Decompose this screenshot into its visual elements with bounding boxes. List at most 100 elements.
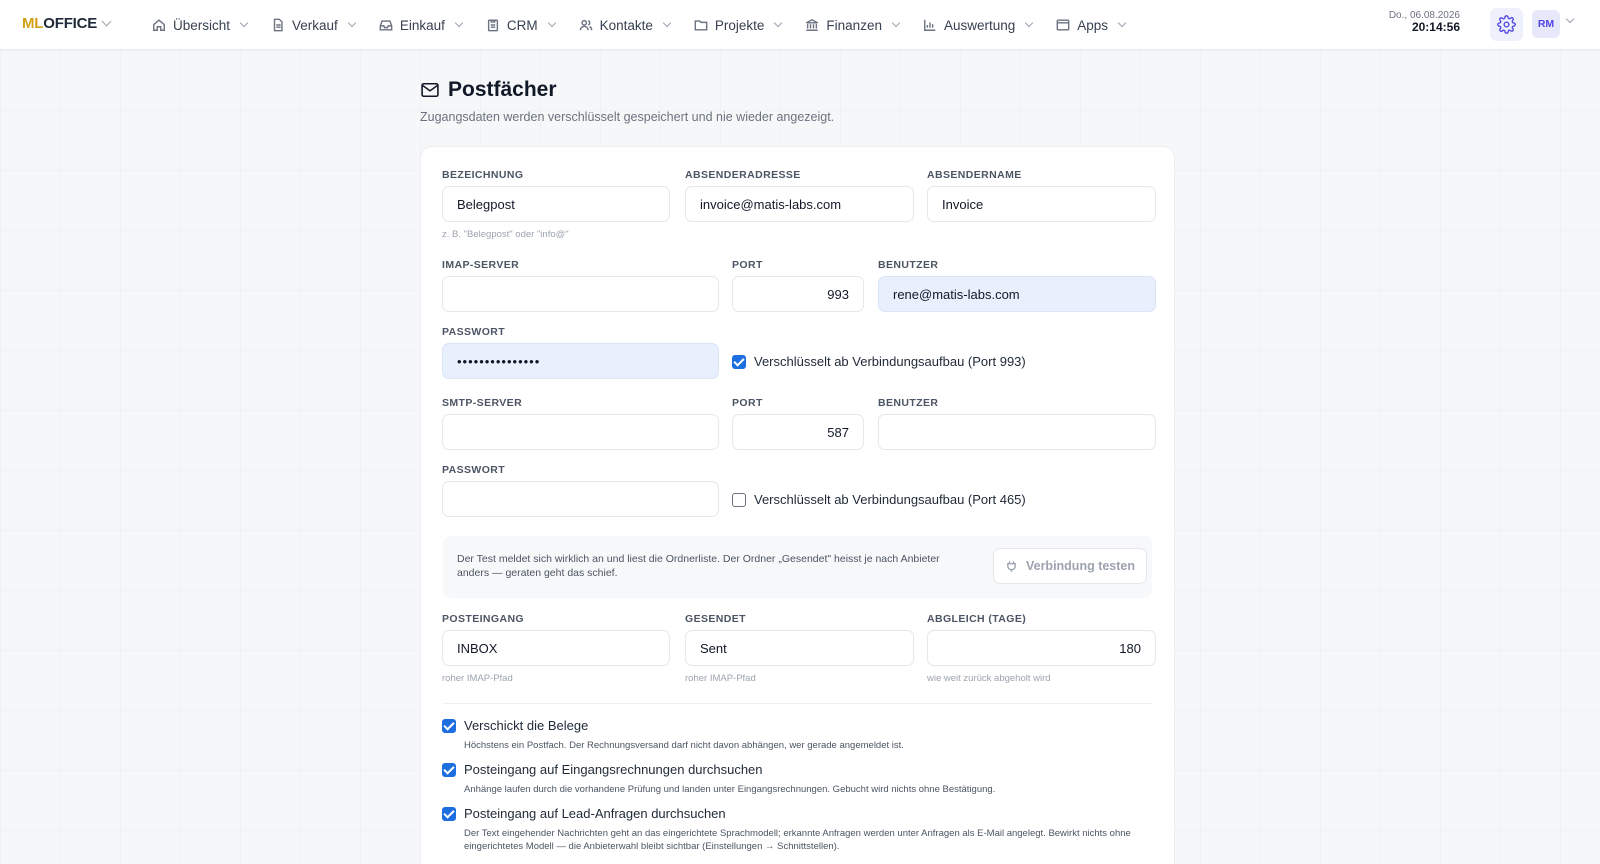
window-icon [1056,19,1070,31]
app-logo-menu[interactable]: MLOFFICE [22,15,112,32]
nav-item-label: Apps [1077,17,1109,33]
connection-test-note: Der Test meldet sich wirklich an und lie… [457,553,940,579]
nav-item-label: Kontakte [599,17,653,33]
chevron-down-icon [1117,18,1127,28]
bezeichnung-input[interactable]: Belegpost [442,186,670,222]
absenderadresse-input[interactable]: invoice@matis-labs.com [685,186,914,222]
page-subtitle: Zugangsdaten werden verschlüsselt gespei… [420,110,835,124]
chevron-down-icon [454,18,464,28]
nav-item-kontakte[interactable]: Kontakte [567,0,682,50]
chevron-down-icon[interactable] [1565,14,1575,24]
imap-ssl-label[interactable]: Verschlüsselt ab Verbindungsaufbau (Port… [754,354,1026,369]
bezeichnung-label: BEZEICHNUNG [442,169,524,181]
logo-ml: ML [22,15,44,32]
option-desc-versand: Höchstens ein Postfach. Der Rechnungsver… [464,740,904,751]
nav-item-label: Verkauf [292,17,338,33]
bar-chart-icon [924,19,936,31]
option-label-versand[interactable]: Verschickt die Belege [464,718,588,733]
imap-ssl-checkbox[interactable] [732,355,746,369]
nav-item-label: Auswertung [943,17,1016,33]
smtp-user-input[interactable] [878,414,1156,450]
connection-test-panel: Der Test meldet sich wirklich an und lie… [443,536,1152,598]
nav-item-apps[interactable]: Apps [1044,0,1137,50]
nav-item-crm[interactable]: CRM [474,0,567,50]
page-title-text: Postfächer [448,78,557,101]
imap-user-input[interactable]: rene@matis-labs.com [878,276,1156,312]
home-icon [153,19,165,31]
chevron-down-icon [547,18,556,28]
abgleich-hint: wie weit zurück abgeholt wird [927,673,1051,684]
chevron-down-icon [1025,18,1034,28]
imap-server-input[interactable] [442,276,719,312]
nav-item-label: Einkauf [399,17,445,33]
posteingang-input[interactable]: INBOX [442,630,670,666]
smtp-password-input[interactable] [442,481,719,517]
posteingang-hint: roher IMAP-Pfad [442,673,513,684]
page-title: Postfächer [420,78,834,102]
section-divider [443,703,1152,704]
option-checkbox-eingangsrechnungen[interactable] [442,763,456,777]
settings-button[interactable] [1490,8,1523,41]
folder-icon [694,20,708,31]
mailbox-form-card: BEZEICHNUNG Belegpost z. B. "Belegpost" … [420,146,1175,864]
abgleich-label: ABGLEICH (TAGE) [927,613,1027,625]
bank-icon [806,18,819,31]
abgleich-input[interactable]: 180 [927,630,1156,666]
nav-item-label: Projekte [714,17,765,33]
nav-item-label: Finanzen [826,17,882,33]
option-desc-lead-anfragen: Der Text eingehender Nachrichten geht an… [464,828,1131,853]
option-label-lead-anfragen[interactable]: Posteingang auf Lead-Anfragen durchsuche… [464,806,726,821]
users-icon [579,19,592,31]
absenderadresse-label: ABSENDERADRESSE [685,169,801,181]
nav-item-uebersicht[interactable]: Übersicht [140,0,259,50]
top-navigation-bar: MLOFFICE Übersicht Verkauf Einkauf CRM K… [0,0,1600,50]
gesendet-hint: roher IMAP-Pfad [685,673,756,684]
gear-icon [1497,15,1516,34]
user-avatar[interactable]: RM [1532,10,1560,38]
imap-password-input[interactable]: ••••••••••••••• [442,343,719,379]
imap-password-label: PASSWORT [442,326,506,338]
smtp-port-input[interactable]: 587 [732,414,864,450]
clipboard-icon [487,19,498,32]
chevron-down-icon [662,18,672,28]
posteingang-label: POSTEINGANG [442,613,524,625]
page-header: Postfächer Zugangsdaten werden verschlüs… [420,78,834,124]
test-connection-button[interactable]: Verbindung testen [993,548,1147,584]
imap-port-label: PORT [732,259,763,271]
bezeichnung-hint: z. B. "Belegpost" oder "info@" [442,229,569,240]
option-checkbox-lead-anfragen[interactable] [442,807,456,821]
chevron-down-icon [774,18,783,28]
nav-item-auswertung[interactable]: Auswertung [911,0,1044,50]
smtp-ssl-label[interactable]: Verschlüsselt ab Verbindungsaufbau (Port… [754,492,1026,507]
chevron-down-icon [239,18,249,28]
absendername-label: ABSENDERNAME [927,169,1022,181]
option-label-eingangsrechnungen[interactable]: Posteingang auf Eingangsrechnungen durch… [464,762,763,777]
clock: Do., 06.08.2026 20:14:56 [1389,10,1460,34]
smtp-port-label: PORT [732,397,763,409]
nav-item-label: Übersicht [173,17,231,33]
chevron-down-icon [347,18,357,28]
nav-item-verkauf[interactable]: Verkauf [259,0,367,50]
nav-item-finanzen[interactable]: Finanzen [793,0,911,50]
mail-icon [421,82,439,98]
current-time: 20:14:56 [1411,20,1460,34]
plug-icon [1007,560,1016,572]
nav-item-projekte[interactable]: Projekte [682,0,794,50]
chevron-down-icon [891,18,901,28]
imap-user-label: BENUTZER [878,259,939,271]
gesendet-label: GESENDET [685,613,746,625]
absendername-input[interactable]: Invoice [927,186,1156,222]
gesendet-input[interactable]: Sent [685,630,914,666]
inbox-icon [379,20,393,31]
document-icon [273,18,283,32]
smtp-ssl-checkbox[interactable] [732,493,746,507]
main-nav: Übersicht Verkauf Einkauf CRM Kontakte P… [140,0,1137,50]
imap-port-input[interactable]: 993 [732,276,864,312]
smtp-server-input[interactable] [442,414,719,450]
option-checkbox-versand[interactable] [442,719,456,733]
option-desc-eingangsrechnungen: Anhänge laufen durch die vorhandene Prüf… [464,784,996,795]
nav-item-einkauf[interactable]: Einkauf [367,0,474,50]
nav-item-label: CRM [506,17,538,33]
smtp-server-label: SMTP-SERVER [442,397,523,409]
imap-server-label: IMAP-SERVER [442,259,520,271]
